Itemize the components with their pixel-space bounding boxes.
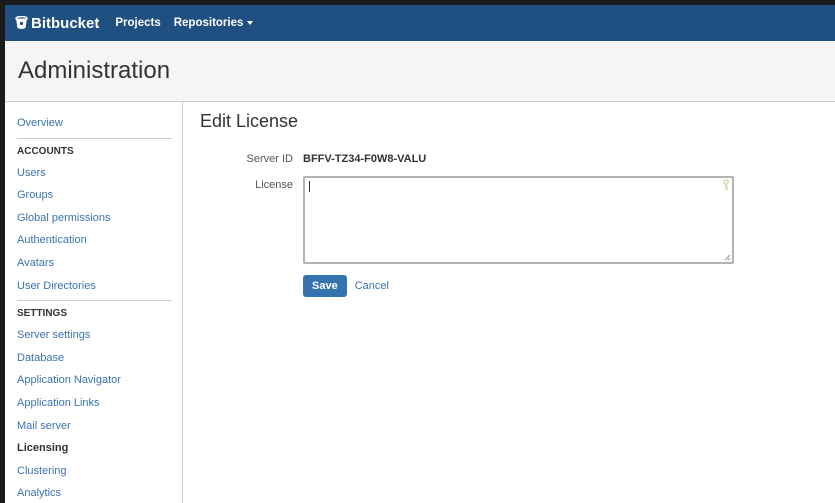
key-icon [723,179,729,190]
server-id-row: Server ID BFFV-TZ34-F0W8-VALU [200,153,835,165]
chevron-down-icon [247,21,254,25]
server-id-value: BFFV-TZ34-F0W8-VALU [303,153,427,165]
server-id-label: Server ID [246,153,293,165]
sidebar-divider [17,300,172,302]
section-title: Edit License [200,111,299,131]
nav-repositories[interactable]: Repositories [174,17,254,29]
bitbucket-logo[interactable]: Bitbucket [15,15,99,32]
sidebar-item-overview[interactable]: Overview [17,112,172,135]
sidebar-item-groups[interactable]: Groups [17,184,172,207]
main-panel: Edit License Server ID BFFV-TZ34-F0W8-VA… [183,102,835,503]
sidebar-item-clustering[interactable]: Clustering [17,460,172,483]
sidebar-item-application-links[interactable]: Application Links [17,392,172,415]
sidebar-item-global-permissions[interactable]: Global permissions [17,207,172,230]
page-title: Administration [18,57,171,84]
save-button[interactable]: Save [303,275,347,297]
sidebar-item-application-navigator[interactable]: Application Navigator [17,369,172,392]
form-buttons: Save Cancel [303,275,835,297]
sidebar-item-analytics[interactable]: Analytics [17,482,172,503]
resize-grip-icon[interactable] [724,254,731,261]
bitbucket-bucket-icon [15,16,28,29]
sidebar-heading-settings: SETTINGS [17,308,68,320]
cancel-link[interactable]: Cancel [355,280,389,292]
nav-projects[interactable]: Projects [115,17,160,29]
sidebar-item-authentication[interactable]: Authentication [17,229,172,252]
text-cursor [309,181,310,192]
top-navigation-bar: Bitbucket Projects Repositories [5,5,835,41]
sidebar-item-mail-server[interactable]: Mail server [17,415,172,438]
app-frame: Bitbucket Projects Repositories Administ… [5,5,835,503]
license-row: License [200,176,835,264]
sidebar-heading-accounts: ACCOUNTS [17,145,74,157]
sidebar-item-users[interactable]: Users [17,162,172,185]
sidebar-item-server-settings[interactable]: Server settings [17,324,172,347]
content-area: Overview ACCOUNTS Users Groups Global pe… [5,102,835,503]
sidebar-item-database[interactable]: Database [17,347,172,370]
sidebar-item-avatars[interactable]: Avatars [17,252,172,275]
license-textarea[interactable] [305,178,732,262]
sidebar-item-user-directories[interactable]: User Directories [17,275,172,298]
nav-projects-label: Projects [115,17,161,29]
license-textarea-wrapper [303,176,734,264]
license-label: License [255,179,293,191]
logo-text: Bitbucket [31,14,100,32]
sidebar-item-licensing[interactable]: Licensing [17,437,172,460]
page-header: Administration [5,41,835,102]
admin-sidebar: Overview ACCOUNTS Users Groups Global pe… [5,102,183,503]
sidebar-divider [17,137,172,139]
nav-repositories-label: Repositories [173,17,244,29]
